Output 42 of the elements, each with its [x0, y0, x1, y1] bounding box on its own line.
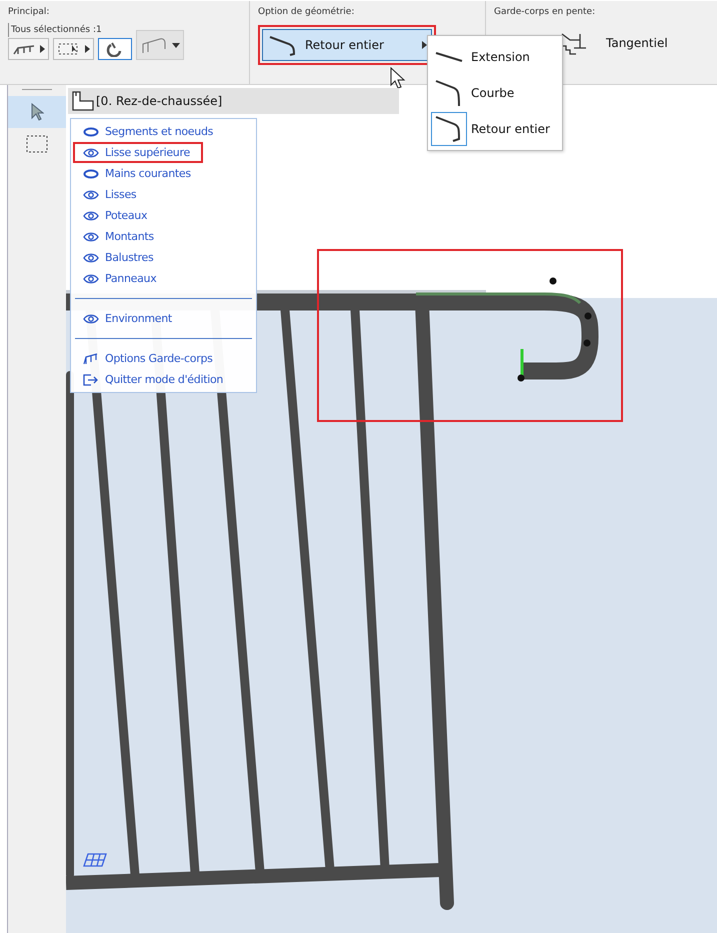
floor-plan-icon — [72, 91, 94, 111]
eye-icon — [83, 190, 99, 200]
caret-down-icon — [172, 42, 180, 48]
menu-item[interactable]: Panneaux — [73, 268, 254, 289]
story-name: [0. Rez-de-chaussée] — [96, 94, 222, 108]
submenu-item[interactable]: Courbe — [431, 75, 559, 111]
tool-button[interactable] — [98, 38, 132, 60]
eye-icon — [83, 314, 99, 324]
submenu-item[interactable]: Retour entier — [431, 111, 559, 147]
section-label: Principal: — [8, 6, 50, 19]
caret-right-icon — [40, 45, 45, 53]
eye-icon — [83, 252, 99, 262]
eye-icon — [83, 148, 99, 158]
ellipse-icon — [83, 126, 99, 136]
caret-right-icon — [85, 45, 90, 53]
menu-item[interactable]: Poteaux — [73, 205, 254, 226]
menu-item[interactable]: Segments et noeuds — [73, 121, 254, 142]
ellipse-icon — [83, 168, 99, 178]
railing-icon — [83, 352, 99, 364]
tool-button[interactable] — [8, 38, 49, 60]
menu-item[interactable]: Lisses — [73, 184, 254, 205]
tool-button[interactable] — [53, 38, 94, 60]
arrow-icon — [30, 103, 44, 121]
straight-end-icon — [435, 52, 463, 62]
eye-icon — [83, 210, 99, 220]
exit-icon — [83, 374, 99, 386]
marquee-icon — [26, 135, 48, 153]
floor-grid-icon — [83, 853, 107, 867]
eye-icon — [83, 232, 99, 242]
geometry-dropdown[interactable]: Retour entier — [262, 29, 432, 61]
eye-icon — [83, 274, 99, 284]
menu-item[interactable]: Balustres — [73, 247, 254, 268]
menu-item[interactable]: Montants — [73, 226, 254, 247]
menu-item[interactable]: Mains courantes — [73, 163, 254, 184]
section-label: Option de géométrie: — [258, 6, 356, 19]
control-point[interactable] — [518, 374, 524, 382]
menu-item[interactable]: Options Garde-corps — [73, 348, 254, 369]
section-label: Garde-corps en pente: — [494, 6, 596, 19]
control-point[interactable] — [550, 278, 556, 284]
menu-item[interactable]: Quitter mode d'édition — [73, 369, 254, 390]
menu-item[interactable]: Environment — [73, 308, 254, 329]
menu-item[interactable]: Lisse supérieure — [73, 142, 203, 163]
